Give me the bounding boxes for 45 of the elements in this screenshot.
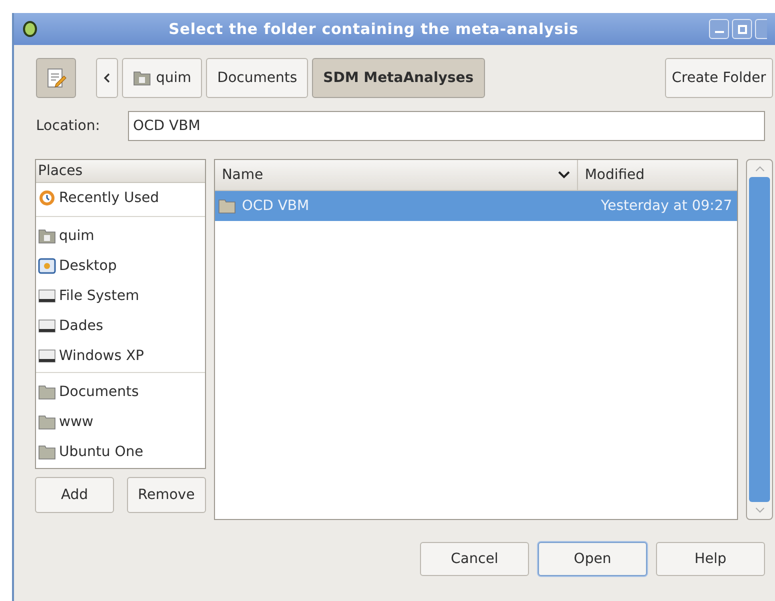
place-item[interactable]: www bbox=[36, 407, 205, 437]
window-title: Select the folder containing the meta-analysis bbox=[168, 18, 580, 40]
edit-location-button[interactable] bbox=[36, 58, 76, 98]
dialog-button[interactable]: Cancel bbox=[420, 542, 529, 576]
location-label: Location: bbox=[36, 116, 101, 136]
home-folder-icon bbox=[133, 70, 151, 86]
folder-icon bbox=[38, 384, 56, 400]
places-button[interactable]: Add bbox=[35, 477, 114, 513]
home-folder-icon bbox=[38, 228, 56, 244]
folder-icon bbox=[38, 444, 56, 460]
places-button[interactable]: Remove bbox=[126, 477, 206, 513]
place-item[interactable]: Desktop bbox=[36, 251, 205, 281]
folder-icon bbox=[218, 198, 236, 214]
notepad-pencil-icon bbox=[45, 67, 67, 89]
path-button[interactable]: SDM MetaAnalyses bbox=[312, 58, 485, 98]
drive-icon bbox=[38, 348, 56, 364]
place-item[interactable]: Ubuntu One bbox=[36, 437, 205, 467]
column-header[interactable]: Name bbox=[214, 160, 578, 190]
column-header[interactable]: Modified bbox=[578, 160, 738, 190]
drive-icon bbox=[38, 318, 56, 334]
place-item[interactable]: Recently Used bbox=[36, 183, 205, 213]
location-field[interactable]: OCD VBM bbox=[128, 111, 765, 141]
desktop-icon bbox=[38, 258, 56, 274]
path-button[interactable]: Documents bbox=[206, 58, 308, 98]
sort-chevron-icon bbox=[558, 171, 570, 179]
dialog-button[interactable]: Help bbox=[656, 542, 765, 576]
minimize-button[interactable] bbox=[709, 19, 729, 39]
app-icon bbox=[22, 20, 38, 38]
clock-icon bbox=[38, 190, 56, 206]
place-item[interactable]: Documents bbox=[36, 377, 205, 407]
place-item[interactable]: Windows XP bbox=[36, 341, 205, 371]
place-item[interactable]: quim bbox=[36, 221, 205, 251]
maximize-button[interactable] bbox=[732, 19, 752, 39]
place-item[interactable]: File System bbox=[36, 281, 205, 311]
drive-icon bbox=[38, 288, 56, 304]
folder-icon bbox=[38, 414, 56, 430]
place-item[interactable]: Dades bbox=[36, 311, 205, 341]
close-button[interactable] bbox=[755, 19, 767, 39]
chevron-left-icon bbox=[103, 73, 111, 83]
path-button[interactable]: quim bbox=[122, 58, 202, 98]
create-folder-button[interactable]: Create Folder bbox=[664, 58, 773, 98]
places-header[interactable]: Places bbox=[36, 160, 205, 183]
dialog-button[interactable]: Open bbox=[538, 542, 647, 576]
scrollbar[interactable] bbox=[746, 159, 773, 520]
back-button[interactable] bbox=[96, 58, 118, 98]
